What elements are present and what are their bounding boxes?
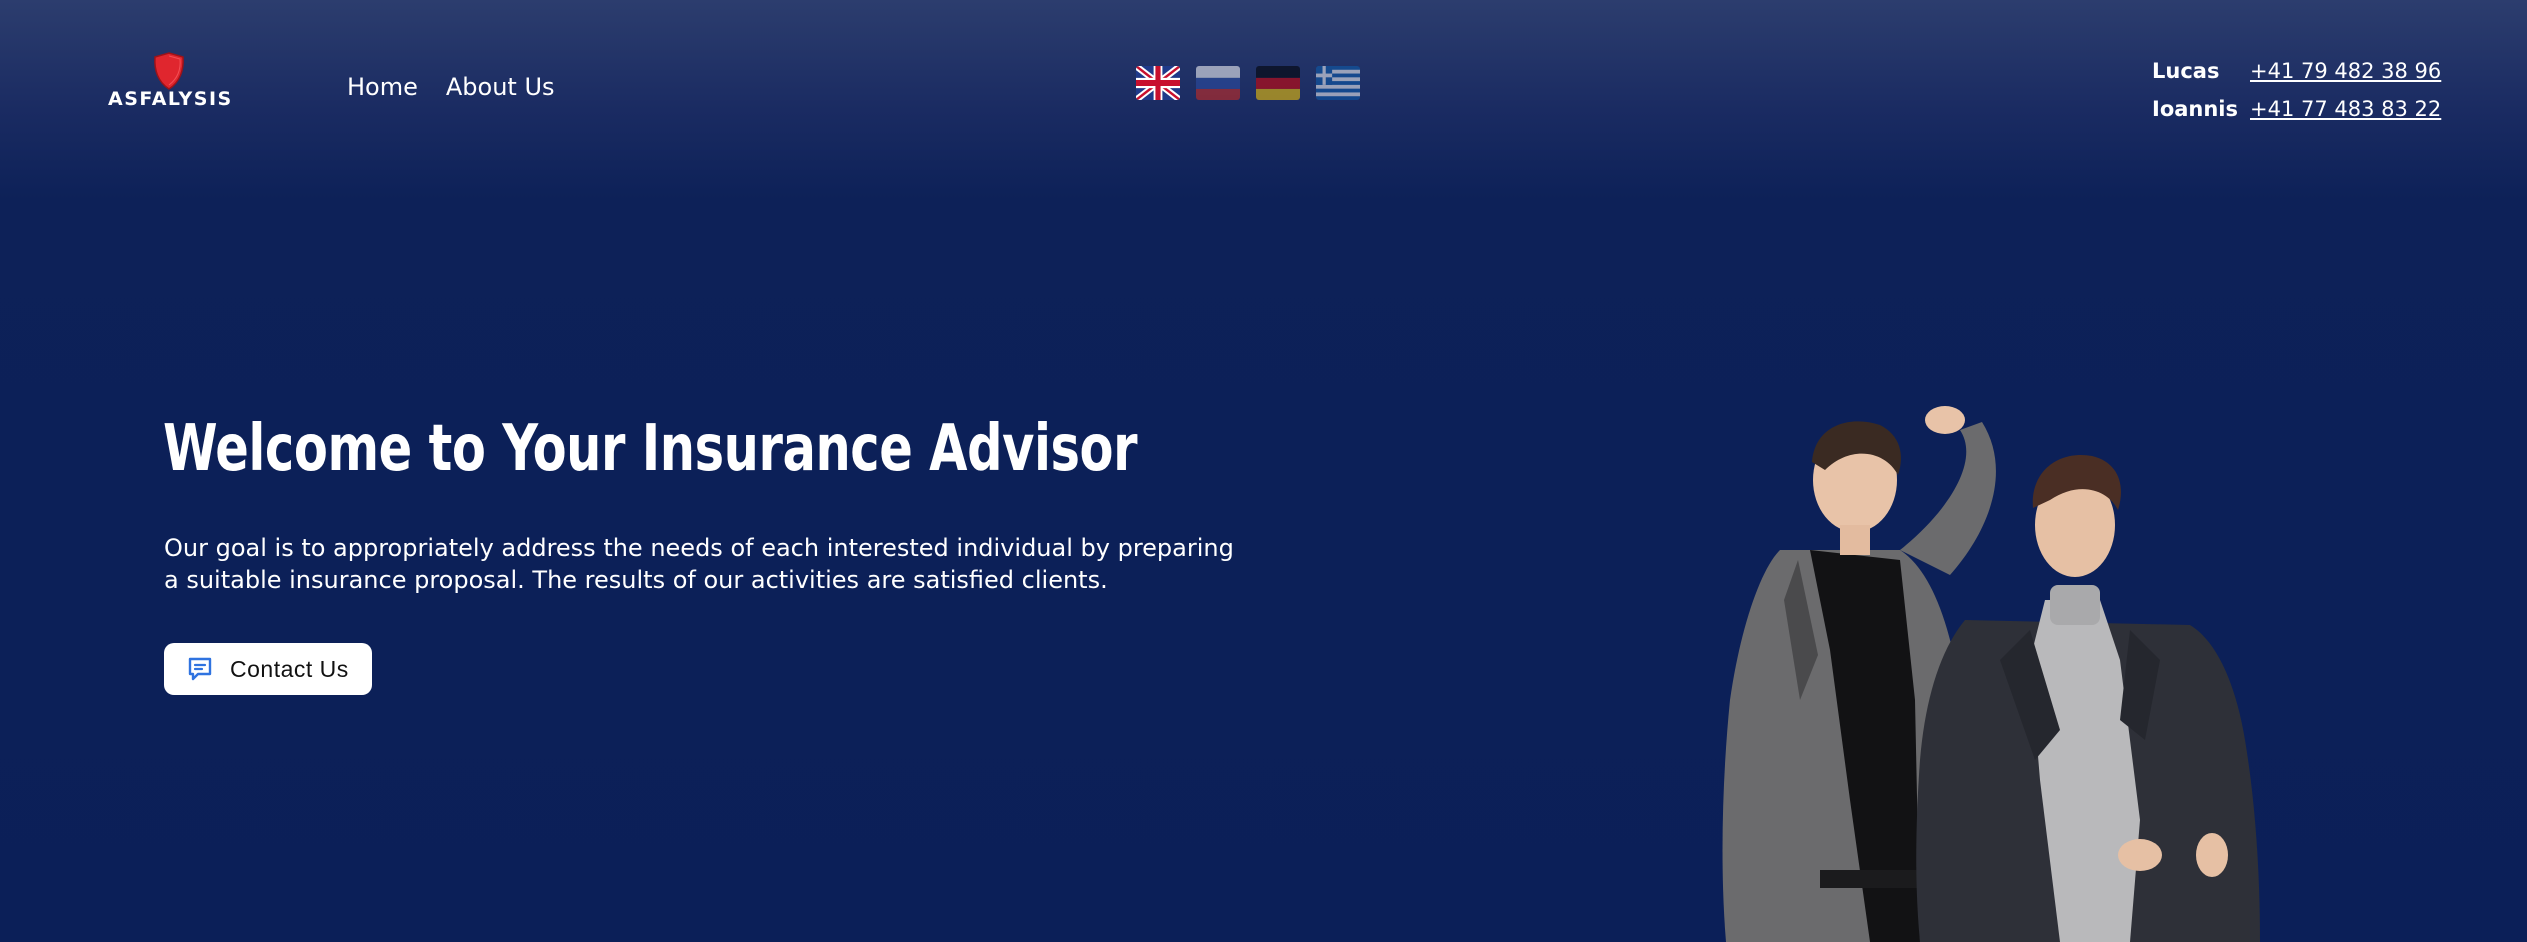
russia-flag-icon[interactable] [1196, 66, 1240, 100]
contact-name: Ioannis [2152, 97, 2239, 121]
hero-photo [1700, 400, 2300, 942]
contact-phone-link[interactable]: +41 79 482 38 96 [2250, 52, 2441, 90]
germany-flag-icon[interactable] [1256, 66, 1300, 100]
uk-flag-icon[interactable] [1136, 66, 1180, 100]
contact-phone-link[interactable]: +41 77 483 83 22 [2250, 90, 2441, 128]
language-switcher [1136, 66, 1360, 100]
nav-home-link[interactable]: Home [347, 70, 418, 104]
contact-row: Lucas +41 79 482 38 96 [2152, 52, 2441, 90]
hero-title: Welcome to Your Insurance Advisor [163, 412, 1138, 486]
shield-icon [154, 52, 184, 90]
greece-flag-icon[interactable] [1316, 66, 1360, 100]
nav-about-us-link[interactable]: About Us [446, 70, 555, 104]
contact-list: Lucas +41 79 482 38 96 Ioannis +41 77 48… [2152, 52, 2441, 128]
contact-name: Lucas [2152, 59, 2220, 83]
chat-icon [188, 657, 212, 681]
hero-description: Our goal is to appropriately address the… [164, 534, 1234, 594]
contact-row: Ioannis +41 77 483 83 22 [2152, 90, 2441, 128]
main-nav: Home About Us [347, 70, 555, 104]
brand-logo[interactable]: ASFALYSIS [108, 50, 232, 116]
brand-name: ASFALYSIS [108, 88, 233, 110]
contact-us-button[interactable]: Contact Us [164, 643, 372, 695]
contact-us-label: Contact Us [230, 655, 349, 682]
